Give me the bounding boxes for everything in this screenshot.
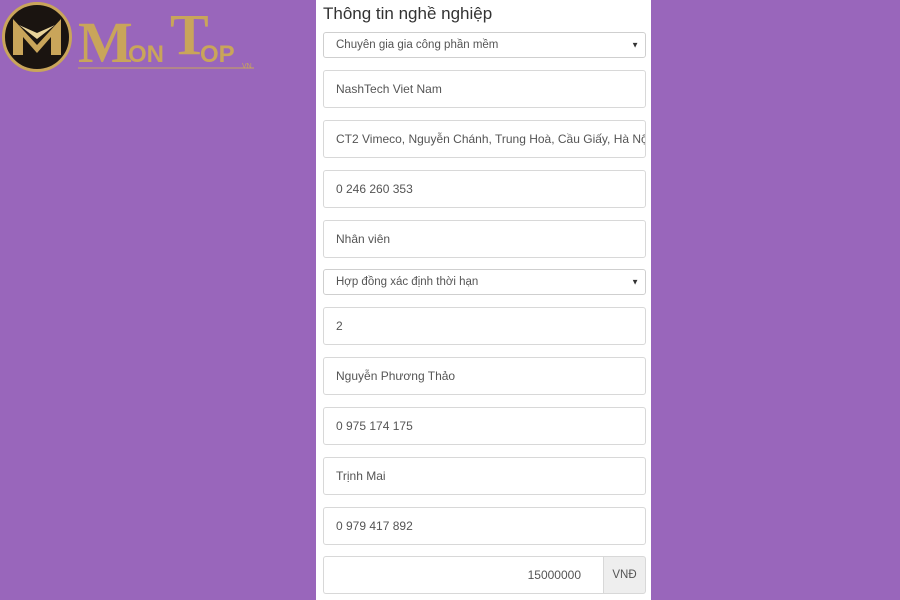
- salary-value: 15000000: [527, 568, 581, 582]
- work-years-input[interactable]: 2: [323, 307, 646, 345]
- company-phone-input[interactable]: 0 246 260 353: [323, 170, 646, 208]
- reference1-phone-input[interactable]: 0 975 174 175: [323, 407, 646, 445]
- company-name-value: NashTech Viet Nam: [336, 82, 442, 96]
- reference1-phone-value: 0 975 174 175: [336, 419, 413, 433]
- reference1-name-value: Nguyễn Phương Thảo: [336, 369, 456, 383]
- currency-addon: VNĐ: [603, 556, 646, 594]
- svg-text:M: M: [78, 10, 133, 72]
- reference2-phone-input[interactable]: 0 979 417 892: [323, 507, 646, 545]
- logo-emblem-icon: [2, 2, 72, 72]
- company-name-input[interactable]: NashTech Viet Nam: [323, 70, 646, 108]
- company-phone-value: 0 246 260 353: [336, 182, 413, 196]
- svg-text:VN: VN: [242, 63, 252, 70]
- contract-type-select[interactable]: Hợp đồng xác định thời hạn ▼: [323, 269, 646, 295]
- brand-logo: M ON T OP VN: [0, 0, 260, 75]
- position-value: Nhân viên: [336, 232, 391, 246]
- salary-input-group: 15000000 VNĐ: [323, 556, 646, 594]
- contract-type-value: Hợp đồng xác định thời hạn: [336, 276, 479, 288]
- company-address-value: CT2 Vimeco, Nguyễn Chánh, Trung Hoà, Cầu…: [336, 132, 646, 146]
- company-address-input[interactable]: CT2 Vimeco, Nguyễn Chánh, Trung Hoà, Cầu…: [323, 120, 646, 158]
- svg-text:ON: ON: [128, 41, 164, 68]
- reference2-phone-value: 0 979 417 892: [336, 519, 413, 533]
- reference1-name-input[interactable]: Nguyễn Phương Thảo: [323, 357, 646, 395]
- form-title: Thông tin nghề nghiệp: [323, 4, 493, 23]
- logo-wordmark: M ON T OP VN: [78, 2, 258, 75]
- job-type-select[interactable]: Chuyên gia gia công phần mềm ▼: [323, 32, 646, 58]
- caret-down-icon: ▼: [631, 40, 639, 50]
- caret-down-icon: ▼: [631, 277, 639, 287]
- salary-input[interactable]: 15000000: [323, 556, 603, 594]
- work-years-value: 2: [336, 319, 343, 333]
- job-type-value: Chuyên gia gia công phần mềm: [336, 39, 499, 51]
- career-info-form: Thông tin nghề nghiệp Chuyên gia gia côn…: [316, 0, 651, 600]
- reference2-name-input[interactable]: Trịnh Mai: [323, 457, 646, 495]
- reference2-name-value: Trịnh Mai: [336, 469, 386, 483]
- position-input[interactable]: Nhân viên: [323, 220, 646, 258]
- svg-text:OP: OP: [200, 41, 235, 68]
